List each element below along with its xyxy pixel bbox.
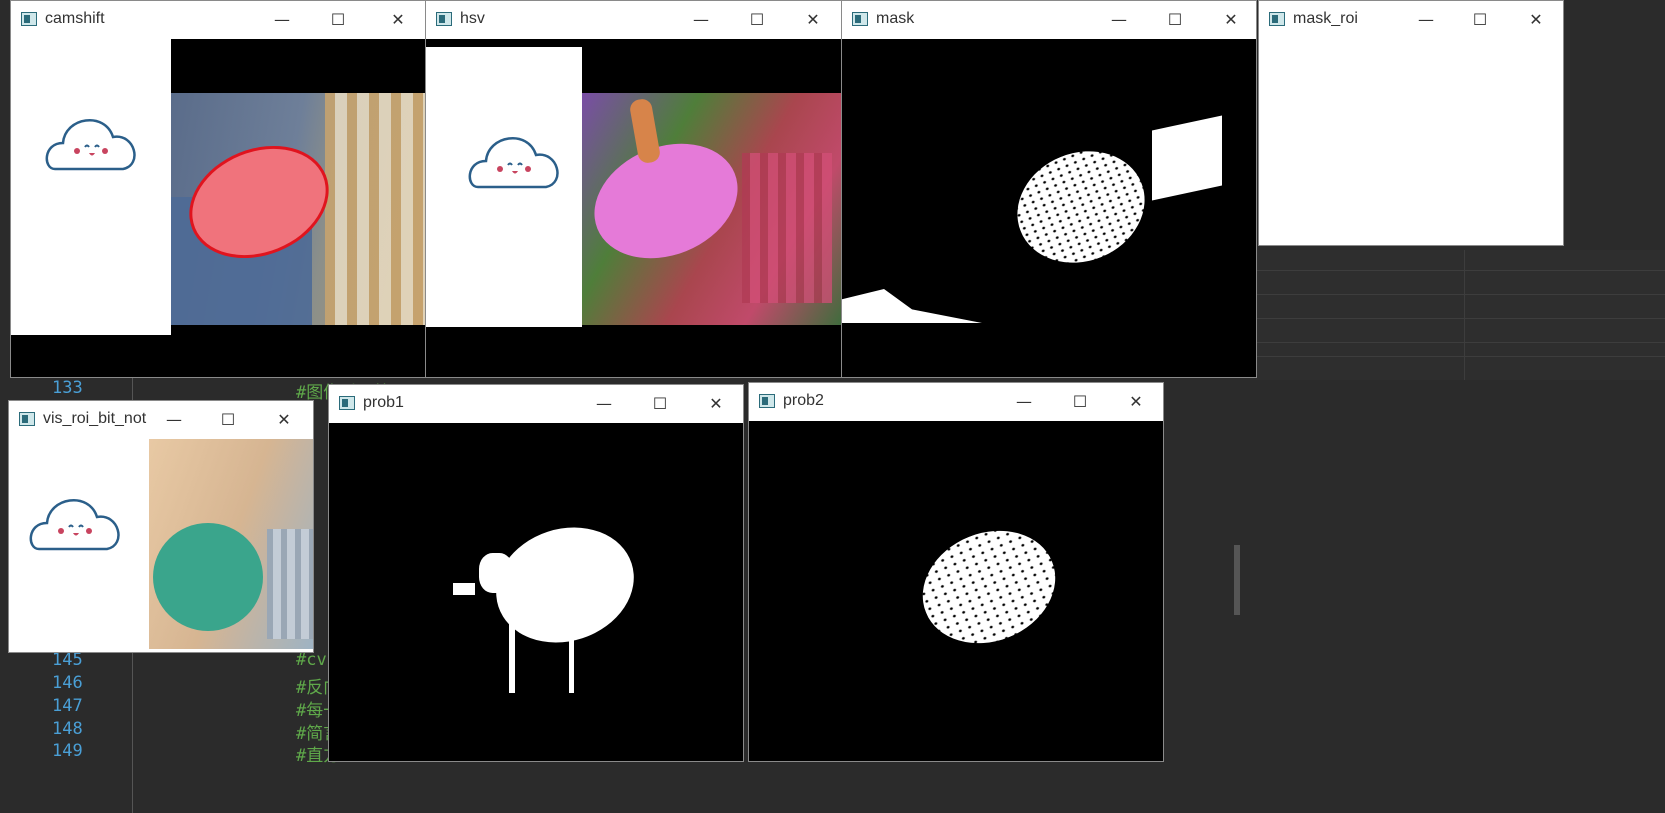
line-number: 146: [52, 673, 83, 693]
close-button[interactable]: ✕: [385, 7, 411, 33]
prob1-window[interactable]: prob1 — ☐ ✕: [328, 384, 744, 762]
close-button[interactable]: ✕: [1523, 7, 1549, 33]
cloud-mascot: [426, 47, 582, 327]
minimize-button[interactable]: —: [1011, 389, 1037, 415]
line-number: 147: [52, 696, 83, 716]
app-icon: [436, 12, 452, 26]
close-button[interactable]: ✕: [1218, 7, 1244, 33]
app-icon: [852, 12, 868, 26]
minimize-button[interactable]: —: [269, 7, 295, 33]
line-number: 149: [52, 741, 83, 761]
maximize-button[interactable]: ☐: [744, 7, 770, 33]
cloud-mascot: [29, 499, 120, 551]
vis-roi-bit-not-window[interactable]: vis_roi_bit_not — ☐ ✕: [8, 400, 314, 653]
prob1-image: [329, 423, 743, 761]
window-title: mask_roi: [1293, 10, 1358, 27]
vis-roi-image: [9, 439, 313, 652]
minimize-button[interactable]: —: [1413, 7, 1439, 33]
prob2-blob: [905, 511, 1073, 663]
camshift-window[interactable]: camshift — ☐ ✕: [10, 0, 426, 378]
window-title: hsv: [460, 10, 485, 27]
title-bar[interactable]: hsv — ☐ ✕: [426, 1, 841, 40]
app-icon: [19, 412, 35, 426]
mask-roi-window[interactable]: mask_roi — ☐ ✕: [1258, 0, 1564, 246]
hsv-window[interactable]: hsv — ☐ ✕: [425, 0, 842, 378]
variables-panel: [1250, 250, 1665, 380]
prob2-window[interactable]: prob2 — ☐ ✕: [748, 382, 1164, 762]
app-icon: [339, 396, 355, 410]
minimize-button[interactable]: —: [591, 391, 617, 417]
minimize-button[interactable]: —: [1106, 7, 1132, 33]
maximize-button[interactable]: ☐: [647, 391, 673, 417]
title-bar[interactable]: prob1 — ☐ ✕: [329, 385, 743, 424]
mask-image: [842, 39, 1256, 377]
cloud-mascot: [11, 39, 171, 335]
minimize-button[interactable]: —: [688, 7, 714, 33]
close-button[interactable]: ✕: [1123, 389, 1149, 415]
window-title: mask: [876, 10, 915, 27]
maximize-button[interactable]: ☐: [325, 7, 351, 33]
mask-blob: [1000, 132, 1162, 282]
line-number: 148: [52, 719, 83, 739]
title-bar[interactable]: vis_roi_bit_not — ☐ ✕: [9, 401, 313, 440]
maximize-button[interactable]: ☐: [1067, 389, 1093, 415]
minimize-button[interactable]: —: [161, 407, 187, 433]
window-title: prob2: [783, 392, 824, 409]
maximize-button[interactable]: ☐: [215, 407, 241, 433]
title-bar[interactable]: mask — ☐ ✕: [842, 1, 1256, 40]
title-bar[interactable]: prob2 — ☐ ✕: [749, 383, 1163, 422]
maximize-button[interactable]: ☐: [1467, 7, 1493, 33]
camshift-image: [11, 39, 425, 377]
mask-roi-image: [1259, 39, 1563, 245]
window-title: camshift: [45, 10, 105, 27]
app-icon: [759, 394, 775, 408]
close-button[interactable]: ✕: [800, 7, 826, 33]
window-title: prob1: [363, 394, 404, 411]
line-number: 145: [52, 650, 83, 670]
line-number: 133: [52, 378, 83, 398]
title-bar[interactable]: mask_roi — ☐ ✕: [1259, 1, 1563, 40]
window-title: vis_roi_bit_not: [43, 410, 147, 427]
app-icon: [1269, 12, 1285, 26]
title-bar[interactable]: camshift — ☐ ✕: [11, 1, 425, 40]
hsv-object: [582, 123, 755, 279]
mask-window[interactable]: mask — ☐ ✕: [841, 0, 1257, 378]
prob2-image: [749, 421, 1163, 761]
hsv-image: [426, 39, 841, 377]
close-button[interactable]: ✕: [703, 391, 729, 417]
editor-scrollbar[interactable]: [1234, 545, 1240, 615]
teal-object: [153, 523, 263, 631]
app-icon: [21, 12, 37, 26]
close-button[interactable]: ✕: [271, 407, 297, 433]
maximize-button[interactable]: ☐: [1162, 7, 1188, 33]
